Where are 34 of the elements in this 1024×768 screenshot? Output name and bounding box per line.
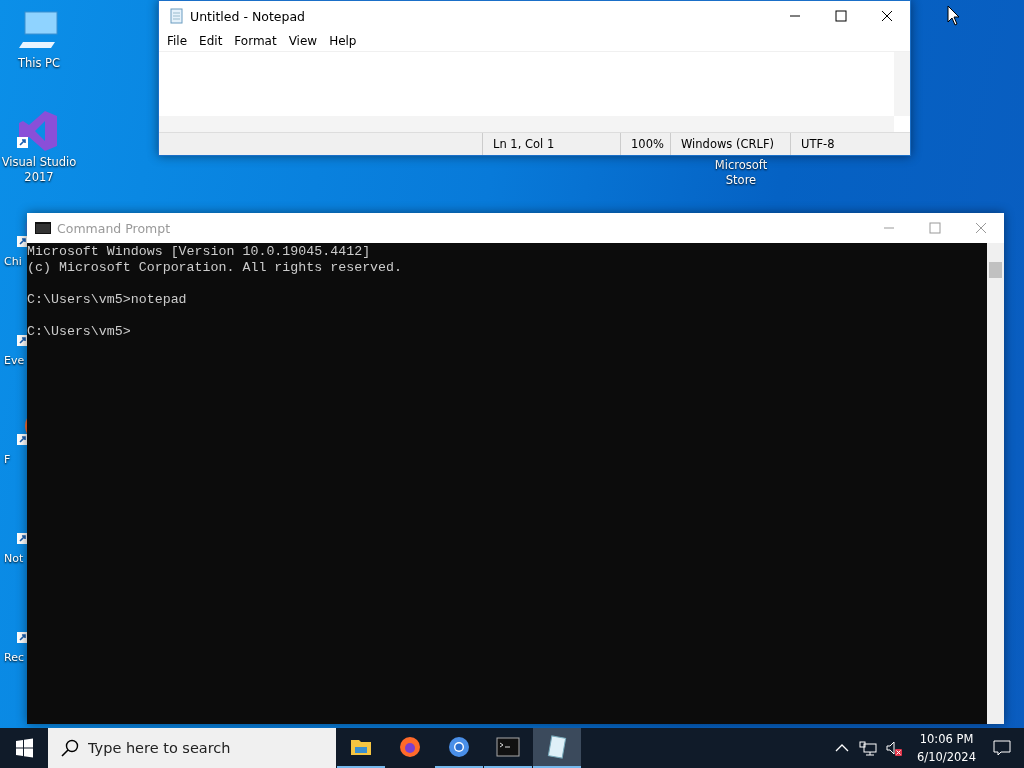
menu-item[interactable]: Help (323, 34, 363, 48)
search-icon (60, 738, 80, 758)
desktop-icon-label[interactable]: Rec (4, 650, 24, 665)
console-line: C:\Users\vm5>notepad (27, 292, 187, 308)
clock-time[interactable]: 10:06 PM (919, 730, 974, 748)
notification-icon[interactable] (992, 738, 1012, 758)
menu-item[interactable]: File (161, 34, 194, 48)
window-title: Command Prompt (57, 220, 171, 236)
horizontal-scrollbar[interactable] (159, 116, 894, 132)
vertical-scrollbar[interactable] (987, 243, 1004, 724)
menu-item[interactable]: Format (228, 34, 283, 48)
window-title: Untitled - Notepad (190, 8, 306, 24)
desktop-icon-label[interactable]: Not (4, 551, 24, 566)
terminal-icon (35, 220, 51, 236)
console-line: (c) Microsoft Corporation. All rights reserved. (27, 260, 403, 276)
desktop-icon-label[interactable]: Eve (4, 353, 25, 368)
mouse-cursor-icon (947, 5, 961, 27)
desktop-icon-label[interactable]: F (4, 452, 11, 467)
status-bar-field: Windows (CRLF) (670, 133, 790, 155)
clock-date[interactable]: 6/10/2024 (917, 748, 976, 766)
desktop-icon-label[interactable]: Chi (4, 254, 22, 269)
menu-item[interactable]: Edit (193, 34, 229, 48)
search-field[interactable]: Type here to search (48, 728, 336, 768)
status-bar-field: 100% (620, 133, 670, 155)
desktop-icon-label[interactable]: Visual Studio 2017 (0, 155, 78, 185)
desktop-icon-label[interactable]: Microsoft Store (708, 158, 774, 188)
status-bar-field: UTF-8 (790, 133, 910, 155)
vertical-scrollbar[interactable] (894, 52, 910, 116)
console-line: C:\Users\vm5> (27, 324, 131, 340)
desktop-icon-label[interactable]: This PC (0, 56, 78, 71)
console-line: Microsoft Windows [Version 10.0.19045.4412] (27, 244, 371, 260)
status-bar-field: Ln 1, Col 1 (482, 133, 620, 155)
menu-item[interactable]: View (282, 34, 324, 48)
network-icon[interactable] (858, 738, 879, 758)
